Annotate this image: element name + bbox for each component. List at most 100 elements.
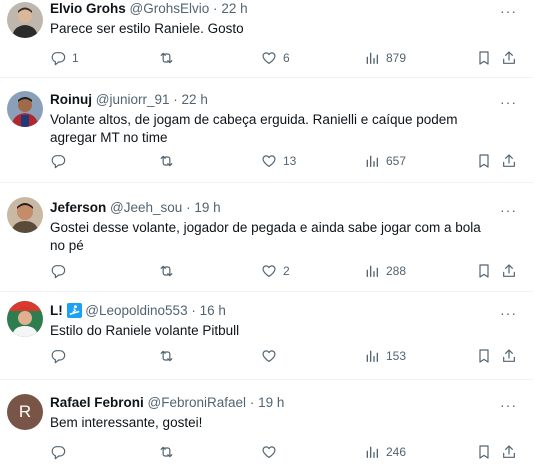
share-button[interactable] xyxy=(501,443,517,461)
reply-icon xyxy=(51,265,66,279)
views-button[interactable]: 288 xyxy=(364,262,406,280)
share-button[interactable] xyxy=(501,49,517,67)
display-name[interactable]: L! xyxy=(50,303,63,318)
separator-dot: · xyxy=(249,395,255,410)
like-button[interactable]: 6 xyxy=(261,49,290,67)
like-button[interactable] xyxy=(261,443,283,461)
views-button[interactable]: 879 xyxy=(364,49,406,67)
reply-button[interactable] xyxy=(50,347,72,365)
analytics-icon xyxy=(366,446,378,458)
action-bar: 1 6 879 xyxy=(50,49,515,67)
tweet-header: Elvio Grohs @GrohsElvio · 22 h xyxy=(50,0,497,18)
views-button[interactable]: 153 xyxy=(364,347,406,365)
reply-button[interactable] xyxy=(50,152,72,170)
share-icon xyxy=(503,264,515,277)
view-count: 879 xyxy=(386,51,407,65)
retweet-icon xyxy=(160,350,173,362)
bookmark-icon xyxy=(479,51,489,65)
bookmark-icon xyxy=(479,154,489,168)
view-count: 288 xyxy=(386,264,407,278)
share-button[interactable] xyxy=(501,347,517,365)
timestamp[interactable]: 19 h xyxy=(194,200,220,215)
more-options-icon[interactable]: ··· xyxy=(500,4,517,18)
separator-dot: · xyxy=(173,92,178,107)
bookmark-button[interactable] xyxy=(476,152,492,170)
tweet-header: Jeferson @Jeeh_sou · 19 h xyxy=(50,199,497,217)
reply-feed: ··· Elvio Grohs @GrohsElvio · 22 h Parec… xyxy=(0,0,533,466)
tweet[interactable]: ··· Elvio Grohs @GrohsElvio · 22 h Parec… xyxy=(0,0,533,78)
retweet-button[interactable] xyxy=(158,347,181,365)
tweet-text: Gostei desse volante, jogador de pegada … xyxy=(50,220,481,253)
heart-icon xyxy=(262,446,276,458)
retweet-button[interactable] xyxy=(158,49,181,67)
reply-icon xyxy=(51,350,66,364)
like-button[interactable]: 13 xyxy=(261,152,296,170)
bookmark-button[interactable] xyxy=(476,347,492,365)
action-bar: 246 xyxy=(50,443,515,461)
timestamp[interactable]: 22 h xyxy=(182,92,208,107)
analytics-icon xyxy=(366,265,378,277)
surfing-emoji-icon xyxy=(66,303,82,318)
bookmark-button[interactable] xyxy=(476,443,492,461)
retweet-button[interactable] xyxy=(158,152,181,170)
user-handle[interactable]: @Leopoldino553 xyxy=(85,303,187,318)
reply-button[interactable] xyxy=(50,262,72,280)
tweet[interactable]: ··· Roinuj @juniorr_91 · 22 h Volante al… xyxy=(0,78,533,183)
user-handle[interactable]: @FebroniRafael xyxy=(148,395,247,410)
retweet-icon xyxy=(160,52,173,64)
timestamp[interactable]: 16 h xyxy=(200,303,226,318)
display-name[interactable]: Elvio Grohs xyxy=(50,1,126,16)
bookmark-button[interactable] xyxy=(476,262,492,280)
retweet-button[interactable] xyxy=(158,262,181,280)
more-options-icon[interactable]: ··· xyxy=(500,203,517,217)
views-button[interactable]: 657 xyxy=(364,152,406,170)
user-handle[interactable]: @juniorr_91 xyxy=(96,92,170,107)
tweet-text: Bem interessante, gostei! xyxy=(50,415,203,430)
tweet-header: Rafael Febroni @FebroniRafael · 19 h xyxy=(50,394,497,412)
share-button[interactable] xyxy=(501,262,517,280)
reply-count: 1 xyxy=(72,51,79,65)
bookmark-icon xyxy=(479,264,489,278)
retweet-button[interactable] xyxy=(158,443,181,461)
like-button[interactable]: 2 xyxy=(261,262,290,280)
heart-icon xyxy=(262,350,276,362)
bookmark-icon xyxy=(479,445,489,459)
avatar[interactable] xyxy=(7,301,43,337)
timestamp[interactable]: 22 h xyxy=(221,1,247,16)
tweet-header: Roinuj @juniorr_91 · 22 h xyxy=(50,91,497,109)
bookmark-button[interactable] xyxy=(476,49,492,67)
heart-icon xyxy=(262,52,276,64)
share-button[interactable] xyxy=(501,152,517,170)
more-options-icon[interactable]: ··· xyxy=(500,306,517,320)
display-name[interactable]: Jeferson xyxy=(50,200,106,215)
like-count: 2 xyxy=(283,264,290,278)
views-button[interactable]: 246 xyxy=(364,443,406,461)
separator-dot: · xyxy=(186,200,191,215)
reply-icon xyxy=(51,446,66,460)
like-count: 6 xyxy=(283,51,290,65)
tweet[interactable]: ··· L! @Leopoldino553 · 16 h Estilo do R… xyxy=(0,292,533,380)
avatar[interactable]: R xyxy=(7,394,43,430)
reply-button[interactable] xyxy=(50,443,72,461)
share-icon xyxy=(503,349,515,362)
heart-icon xyxy=(262,265,276,277)
tweet[interactable]: ··· Jeferson @Jeeh_sou · 19 h Gostei des… xyxy=(0,183,533,292)
tweet-text: Volante altos, de jogam de cabeça erguid… xyxy=(50,112,458,145)
user-handle[interactable]: @GrohsElvio xyxy=(130,1,210,16)
action-bar: 153 xyxy=(50,347,515,365)
reply-button[interactable]: 1 xyxy=(50,49,79,67)
user-handle[interactable]: @Jeeh_sou xyxy=(110,200,182,215)
more-options-icon[interactable]: ··· xyxy=(500,95,517,109)
avatar[interactable] xyxy=(7,2,43,38)
tweet[interactable]: R ··· Rafael Febroni @FebroniRafael · 19… xyxy=(0,380,533,466)
share-icon xyxy=(503,51,515,64)
like-button[interactable] xyxy=(261,347,283,365)
display-name[interactable]: Roinuj xyxy=(50,92,92,107)
more-options-icon[interactable]: ··· xyxy=(500,398,517,412)
avatar[interactable] xyxy=(7,91,43,127)
timestamp[interactable]: 19 h xyxy=(258,395,284,410)
retweet-icon xyxy=(160,265,173,277)
separator-dot: · xyxy=(191,303,196,318)
display-name[interactable]: Rafael Febroni xyxy=(50,395,144,410)
avatar[interactable] xyxy=(7,197,43,233)
